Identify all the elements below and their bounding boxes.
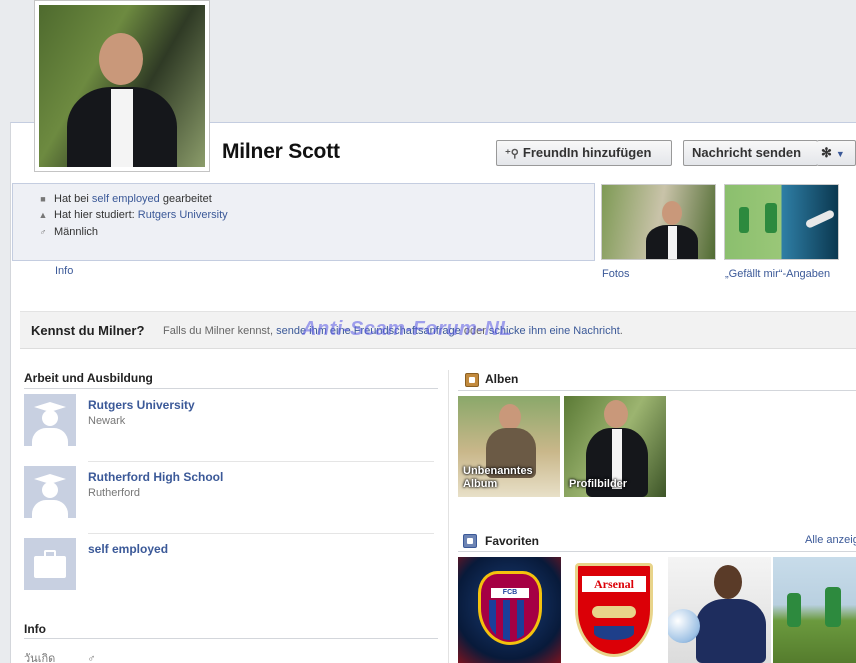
likes-link[interactable]: „Gefällt mir“-Angaben <box>725 268 830 280</box>
profile-photo <box>39 5 205 167</box>
divider <box>458 551 856 552</box>
friend-request-link[interactable]: sende ihm eine Freundschaftsanfrage <box>276 325 461 337</box>
know-text-prefix: Falls du Milner kennst, <box>163 325 277 337</box>
message-link[interactable]: schicke ihm eine Nachricht <box>489 325 620 337</box>
gear-icon: ✻ <box>821 145 832 160</box>
summary-study-prefix: Hat hier studiert: <box>54 209 138 221</box>
education-location: Newark <box>88 415 126 427</box>
education-name-link[interactable]: Rutgers University <box>88 398 195 412</box>
know-text-suffix: . <box>619 325 623 337</box>
divider <box>88 461 434 462</box>
crest-text: Arsenal <box>582 576 646 592</box>
settings-dropdown-button[interactable]: ✻ ▼ <box>817 140 856 166</box>
add-friend-button[interactable]: ⁺⚲ FreundIn hinzufügen <box>496 140 672 166</box>
column-divider <box>448 370 449 663</box>
summary-gender: ♂ Männlich <box>37 226 98 238</box>
send-message-label: Nachricht senden <box>692 145 802 160</box>
divider <box>24 388 438 389</box>
summary-study: ▲ Hat hier studiert: Rutgers University <box>37 209 228 221</box>
person-figure <box>57 19 187 167</box>
summary-work-prefix: Hat bei <box>54 193 92 205</box>
fcb-crest-icon: FCB <box>478 571 542 645</box>
photos-link[interactable]: Fotos <box>602 268 630 280</box>
albums-title: Alben <box>485 372 519 386</box>
album-icon <box>465 373 479 387</box>
graduation-icon <box>24 394 76 446</box>
add-friend-icon: ⁺⚲ <box>505 148 519 160</box>
player-figure <box>787 593 801 627</box>
briefcase-icon <box>24 538 76 590</box>
list-item: Rutgers University Newark <box>24 394 434 462</box>
school-link[interactable]: Rutgers University <box>138 209 228 221</box>
male-icon: ♂ <box>39 227 47 237</box>
favorite-player[interactable] <box>668 557 771 663</box>
graduation-icon <box>24 466 76 518</box>
graduation-icon: ▲ <box>38 210 48 220</box>
photos-thumbnail[interactable] <box>601 184 716 260</box>
know-text-mid: oder <box>460 325 489 337</box>
list-item: Rutherford High School Rutherford <box>24 466 434 534</box>
player-figure <box>765 203 777 233</box>
thumbs-up-icon <box>463 534 477 548</box>
person-figure <box>642 195 702 259</box>
education-location: Rutherford <box>88 487 140 499</box>
add-friend-label: FreundIn hinzufügen <box>522 145 652 160</box>
crest-text: FCB <box>491 588 529 598</box>
work-education-title: Arbeit und Ausbildung <box>24 371 153 385</box>
album-untitled[interactable]: Unbenanntes Album <box>458 396 560 497</box>
surfer-figure <box>804 209 836 229</box>
info-row-label: วันเกิด <box>24 653 56 663</box>
employer-link[interactable]: self employed <box>88 542 168 556</box>
favorites-title: Favoriten <box>485 534 540 548</box>
know-person-bar: Kennst du Milner? Falls du Milner kennst… <box>20 311 856 349</box>
person-figure <box>690 563 770 663</box>
favorite-fc-barcelona[interactable]: FCB <box>458 557 561 663</box>
player-figure <box>739 207 749 233</box>
favorite-arsenal[interactable]: Arsenal <box>563 557 666 663</box>
know-title: Kennst du Milner? <box>31 323 145 338</box>
divider <box>24 638 438 639</box>
album-label: Unbenanntes Album <box>463 465 533 491</box>
info-section-title: Info <box>24 622 46 636</box>
profile-picture[interactable] <box>34 0 210 172</box>
likes-thumbnail[interactable] <box>724 184 839 260</box>
arsenal-crest-icon: Arsenal <box>575 563 653 657</box>
male-icon: ♂ <box>87 653 96 663</box>
album-label-line: Unbenanntes <box>463 465 533 477</box>
divider <box>88 533 434 534</box>
send-message-button[interactable]: Nachricht senden <box>683 140 818 166</box>
profile-summary-box: ■ Hat bei self employed gearbeitet ▲ Hat h… <box>12 183 595 261</box>
info-link[interactable]: Info <box>55 265 73 277</box>
album-profile-pictures[interactable]: Profilbilder <box>564 396 666 497</box>
album-label-line: Album <box>463 478 498 490</box>
album-label: Profilbilder <box>569 478 627 491</box>
divider <box>458 390 856 391</box>
gender-text: Männlich <box>54 226 99 238</box>
list-item: self employed <box>24 538 434 600</box>
favorite-soccer-kids[interactable] <box>773 557 856 663</box>
summary-work: ■ Hat bei self employed gearbeitet <box>37 193 212 205</box>
info-row: วันเกิด ♂ <box>24 649 96 663</box>
player-figure <box>825 587 841 627</box>
show-all-link[interactable]: Alle anzeig <box>805 534 856 546</box>
summary-work-suffix: gearbeitet <box>159 193 212 205</box>
profile-name: Milner Scott <box>222 140 340 163</box>
education-name-link[interactable]: Rutherford High School <box>88 470 223 484</box>
work-link[interactable]: self employed <box>92 193 160 205</box>
album-label-line: Profilbilder <box>569 478 628 490</box>
chevron-down-icon: ▼ <box>835 149 845 159</box>
briefcase-icon: ■ <box>40 194 46 204</box>
know-text: Falls du Milner kennst, sende ihm eine F… <box>163 325 623 337</box>
